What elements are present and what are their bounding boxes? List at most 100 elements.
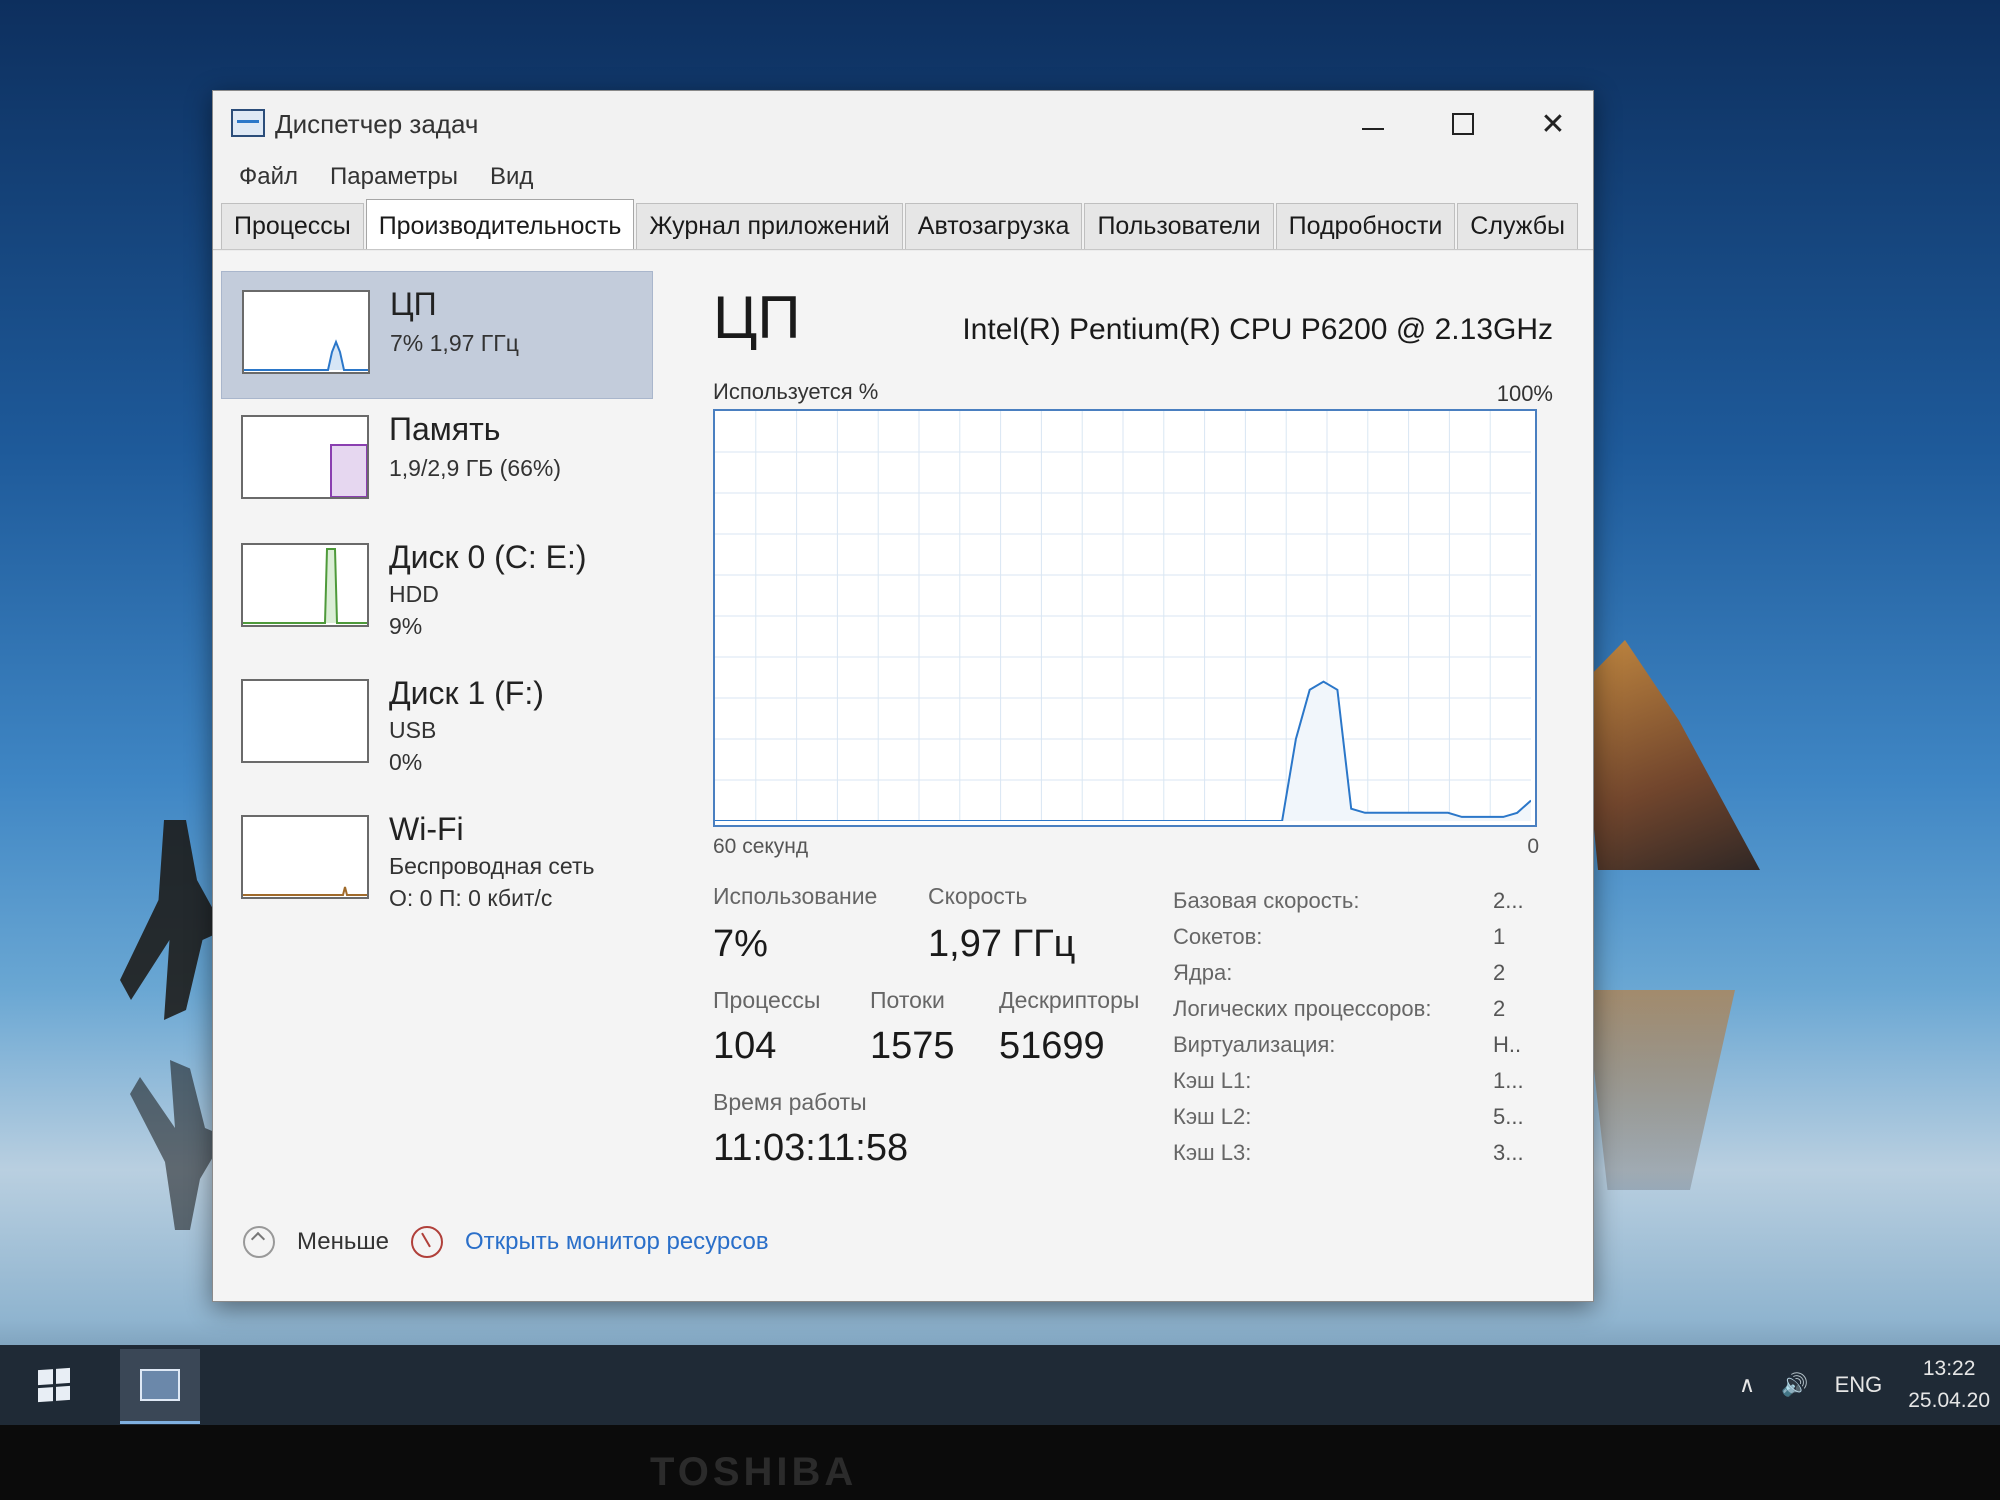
info-row: Кэш L2: 5... [1173,1099,1553,1135]
collapse-chevron-icon[interactable] [243,1226,275,1258]
menu-options[interactable]: Параметры [316,163,472,191]
info-row: Ядра: 2 [1173,955,1553,991]
sidebar-item-label: Диск 1 (F:) [389,675,544,711]
info-key: Базовая скорость: [1173,888,1360,913]
tab-app-history[interactable]: Журнал приложений [636,203,903,249]
title-bar[interactable]: Диспетчер задач ✕ [213,91,1593,157]
footer-bar: Меньше Открыть монитор ресурсов [243,1226,769,1258]
clock-time: 13:22 [1922,1357,1976,1380]
task-manager-icon [231,109,265,137]
cpu-thumbnail-graph [242,290,370,374]
wifi-thumbnail-graph [241,815,369,899]
fewer-details-button[interactable]: Меньше [297,1228,389,1256]
taskbar-task-manager-button[interactable] [120,1349,200,1424]
show-hidden-icons-icon[interactable]: ∧ [1739,1372,1755,1398]
sidebar-item-label: Диск 0 (C: E:) [389,539,587,575]
sidebar-item-label: Wi-Fi [389,811,464,847]
system-tray: ∧ 🔊 ENG 13:22 25.04.20 [1739,1345,1990,1425]
sidebar-item-value: 0% [389,749,423,775]
info-value: 5... [1493,1104,1524,1129]
info-value: 1... [1493,1068,1524,1093]
open-resource-monitor-link[interactable]: Открыть монитор ресурсов [465,1228,769,1256]
tab-users[interactable]: Пользователи [1084,203,1274,249]
cpu-info-table: Базовая скорость: 2... Сокетов: 1 Ядра: 2 Л… [1173,883,1553,1171]
minimize-icon [1362,128,1384,130]
graph-axis-left: 60 секунд [713,835,809,858]
info-row: Кэш L3: 3... [1173,1135,1553,1171]
page-title: ЦП [713,284,801,351]
cpu-model-name: Intel(R) Pentium(R) CPU P6200 @ 2.13GHz [962,313,1553,346]
tab-startup[interactable]: Автозагрузка [904,203,1083,249]
info-value: 3... [1493,1140,1524,1165]
info-row: Базовая скорость: 2... [1173,883,1553,919]
info-key: Кэш L1: [1173,1068,1252,1093]
cpu-usage-graph[interactable] [713,409,1537,827]
resource-monitor-icon [410,1226,443,1258]
cpu-detail-pane: ЦП Intel(R) Pentium(R) CPU P6200 @ 2.13G… [713,263,1563,1203]
performance-content: ЦП 7% 1,97 ГГц Память 1,9/2,9 ГБ (66%) Д… [213,251,1593,1301]
processes-label: Процессы [713,987,821,1013]
processes-value: 104 [713,1025,777,1067]
volume-icon[interactable]: 🔊 [1781,1372,1808,1398]
info-row: Сокетов: 1 [1173,919,1553,955]
sidebar-item-memory[interactable]: Память 1,9/2,9 ГБ (66%) [221,397,651,523]
speed-label: Скорость [928,883,1028,909]
start-button[interactable] [18,1353,90,1417]
desktop-rock-reflection [1585,990,1735,1190]
tab-performance[interactable]: Производительность [365,199,635,249]
task-manager-window: Диспетчер задач ✕ Файл Параметры Вид Про… [212,90,1594,1302]
usage-label: Использование [713,883,878,909]
info-key: Кэш L2: [1173,1104,1252,1129]
sidebar-item-cpu[interactable]: ЦП 7% 1,97 ГГц [221,271,653,399]
taskbar: ∧ 🔊 ENG 13:22 25.04.20 [0,1345,2000,1425]
sidebar-item-value: 1,9/2,9 ГБ (66%) [389,455,562,481]
speed-value: 1,97 ГГц [928,923,1076,965]
info-value: 1 [1493,924,1506,949]
uptime-label: Время работы [713,1089,867,1115]
resource-sidebar: ЦП 7% 1,97 ГГц Память 1,9/2,9 ГБ (66%) Д… [221,263,653,1163]
uptime-value: 11:03:11:58 [713,1127,909,1169]
maximize-icon [1452,113,1474,135]
tab-strip: Процессы Производительность Журнал прило… [213,197,1593,250]
info-value: 2 [1493,996,1506,1021]
sidebar-item-value: 9% [389,613,423,639]
info-value: 2 [1493,960,1506,985]
info-value: Н.. [1493,1032,1522,1057]
desktop-rock-graphic [1580,640,1760,870]
close-icon: ✕ [1540,107,1566,141]
sidebar-item-disk-0[interactable]: Диск 0 (C: E:) HDD 9% [221,525,651,651]
language-indicator[interactable]: ENG [1835,1372,1883,1398]
clock[interactable]: 13:22 25.04.20 [1908,1353,1990,1417]
info-row: Виртуализация: Н.. [1173,1027,1553,1063]
sidebar-item-value: 7% 1,97 ГГц [390,330,519,356]
sidebar-item-wifi[interactable]: Wi-Fi Беспроводная сеть О: 0 П: 0 кбит/с [221,797,651,923]
menu-view[interactable]: Вид [476,163,547,191]
info-key: Логических процессоров: [1173,996,1432,1021]
minimize-button[interactable] [1333,97,1413,151]
sidebar-item-type: HDD [389,581,439,607]
memory-thumbnail-graph [241,415,369,499]
threads-label: Потоки [870,987,945,1013]
sidebar-item-label: Память [389,411,501,447]
clock-date: 25.04.20 [1908,1389,1990,1412]
maximize-button[interactable] [1423,97,1503,151]
graph-axis-right: 0 [1527,835,1539,858]
graph-label: Используется % [713,379,879,404]
sidebar-item-value: О: 0 П: 0 кбит/с [389,885,553,911]
usage-value: 7% [713,923,768,965]
graph-max-label: 100% [1496,381,1553,406]
menu-file[interactable]: Файл [225,163,312,191]
handles-value: 51699 [999,1025,1105,1067]
handles-label: Дескрипторы [999,987,1140,1013]
tab-services[interactable]: Службы [1457,203,1579,249]
close-button[interactable]: ✕ [1513,97,1593,151]
tab-details[interactable]: Подробности [1275,203,1456,249]
info-value: 2... [1493,888,1524,913]
disk1-thumbnail-graph [241,679,369,763]
sidebar-item-label: ЦП [390,286,437,322]
info-key: Виртуализация: [1173,1032,1336,1057]
windows-logo-icon [38,1367,70,1403]
sidebar-item-disk-1[interactable]: Диск 1 (F:) USB 0% [221,661,651,787]
tab-processes[interactable]: Процессы [221,203,364,249]
menu-bar: Файл Параметры Вид [213,157,1593,197]
